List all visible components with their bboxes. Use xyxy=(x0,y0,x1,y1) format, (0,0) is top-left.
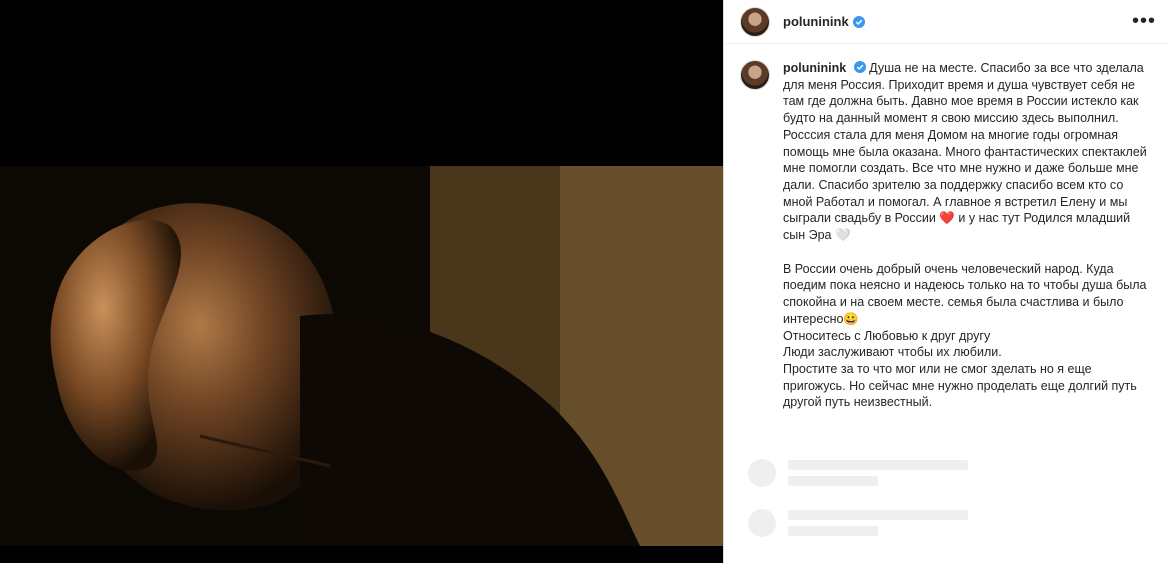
verified-badge-icon xyxy=(853,61,866,73)
header-username[interactable]: poluninink xyxy=(783,14,849,29)
post-side-panel: poluninink ••• poluninink Душа не на мес… xyxy=(723,0,1168,563)
avatar[interactable] xyxy=(740,6,770,37)
post-modal: poluninink ••• poluninink Душа не на мес… xyxy=(0,0,1168,563)
caption-paragraph-1: Душа не на месте. Спасибо за все что зде… xyxy=(783,61,1147,243)
skeleton-line xyxy=(788,476,878,486)
comment-skeleton xyxy=(748,459,968,487)
caption-text: poluninink Душа не на месте. Спасибо за … xyxy=(783,60,1152,411)
comment-skeleton xyxy=(748,509,968,537)
caption-block: poluninink Душа не на месте. Спасибо за … xyxy=(724,44,1168,411)
caption-username[interactable]: poluninink xyxy=(783,61,846,75)
caption-line-love: Относитесь с Любовью к друг другу xyxy=(783,328,991,343)
more-options-icon[interactable]: ••• xyxy=(1132,10,1156,33)
caption-paragraph-3: Простите за то что мог или не смог здела… xyxy=(783,361,1137,410)
post-header: poluninink ••• xyxy=(724,0,1168,44)
skeleton-line xyxy=(788,510,968,520)
post-media[interactable] xyxy=(0,0,723,563)
skeleton-line xyxy=(788,526,878,536)
skeleton-avatar xyxy=(748,459,776,487)
photo-illustration xyxy=(0,166,723,546)
caption-line-people: Люди заслуживают чтобы их любили. xyxy=(783,345,1002,360)
skeleton-line xyxy=(788,460,968,470)
post-photo[interactable] xyxy=(0,166,723,546)
skeleton-avatar xyxy=(748,509,776,537)
caption-paragraph-2: В России очень добрый очень человеческий… xyxy=(783,261,1147,326)
verified-badge-icon xyxy=(852,15,865,28)
caption-avatar[interactable] xyxy=(740,60,770,90)
